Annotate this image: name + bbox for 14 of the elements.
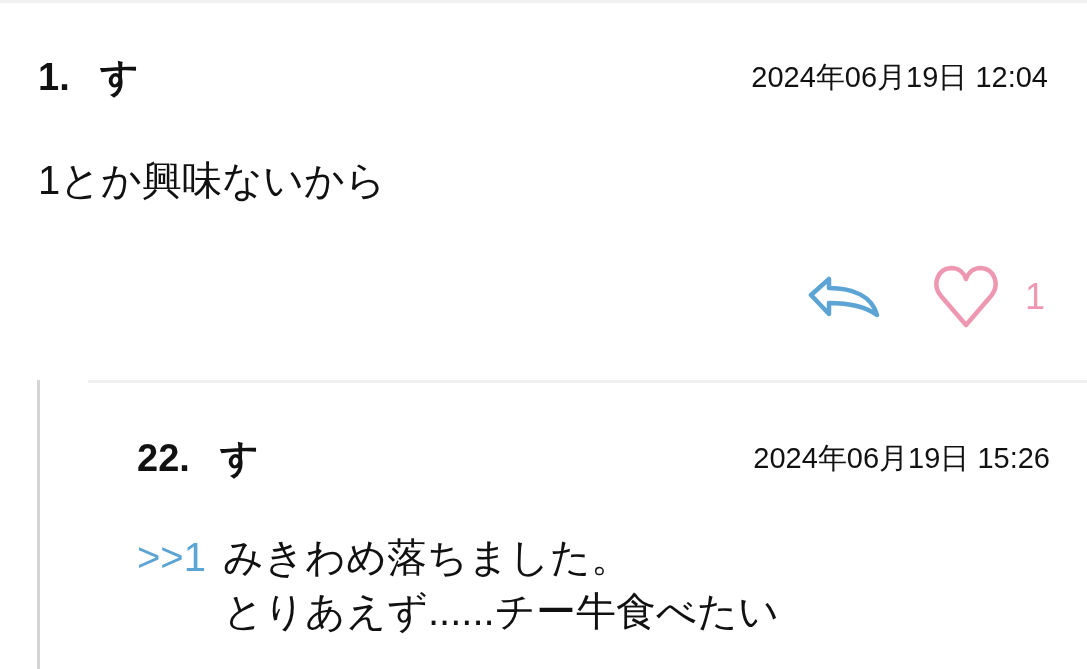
reply-text-line: とりあえず......チー牛食べたい bbox=[222, 588, 779, 635]
post-number: 22. bbox=[137, 436, 190, 480]
post-date: 2024年06月19日 12:04 bbox=[751, 60, 1048, 94]
heart-icon bbox=[932, 265, 999, 329]
author-name: す bbox=[99, 55, 139, 99]
post-number: 1. bbox=[38, 55, 70, 99]
reply-anchor-link[interactable]: >>1 bbox=[137, 530, 206, 584]
like-button[interactable]: 1 bbox=[932, 265, 1045, 329]
author-name: す bbox=[219, 436, 259, 480]
reply-arrow-icon bbox=[807, 276, 880, 318]
post-body: 1とか興味ないから bbox=[38, 157, 388, 204]
post-date: 2024年06月19日 15:26 bbox=[753, 441, 1050, 475]
reply-text-line: みきわめ落ちました。 bbox=[222, 534, 631, 581]
reply-button[interactable] bbox=[807, 276, 880, 318]
